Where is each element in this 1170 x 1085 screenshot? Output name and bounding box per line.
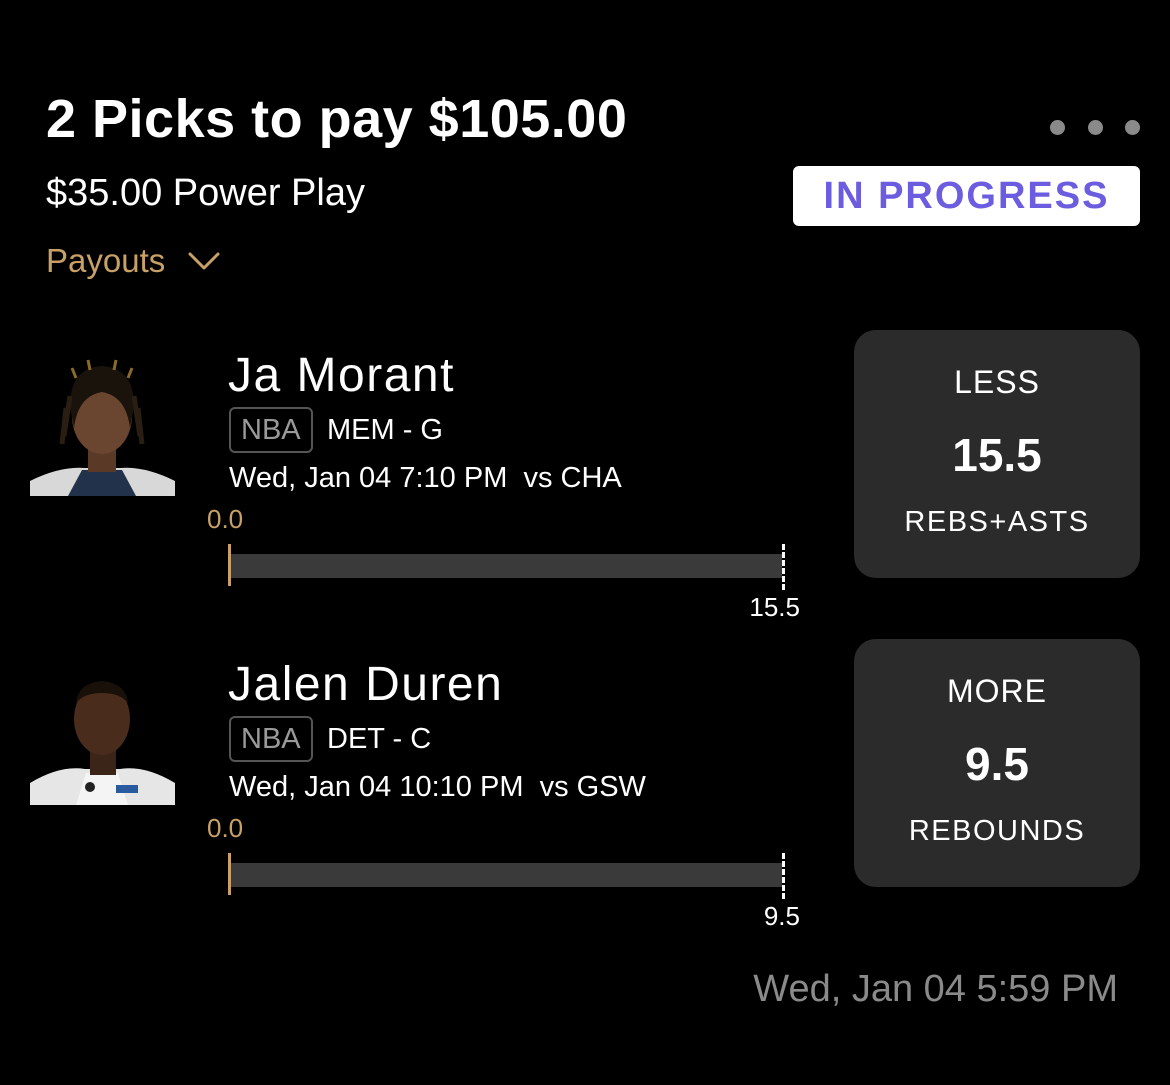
dot xyxy=(1125,119,1140,135)
prop-stat: REBS+ASTS xyxy=(904,506,1090,538)
player-avatar xyxy=(30,665,175,805)
entry-title: 2 Picks to pay $105.00 xyxy=(46,89,628,149)
team-position: DET - C xyxy=(327,723,432,755)
league-badge: NBA xyxy=(229,716,313,762)
player-headshot-image xyxy=(30,665,175,805)
game-time: Wed, Jan 04 7:10 PM vs CHA xyxy=(229,462,622,494)
entry-timestamp: Wed, Jan 04 5:59 PM xyxy=(753,968,1118,1010)
payouts-label: Payouts xyxy=(46,242,166,279)
pick-row: Ja Morant NBA MEM - G Wed, Jan 04 7:10 P… xyxy=(0,330,1170,648)
team-position: MEM - G xyxy=(327,414,443,446)
prop-direction: MORE xyxy=(947,673,1047,709)
line-marker-label: 15.5 xyxy=(749,592,800,622)
dot xyxy=(1087,119,1103,135)
prop-card[interactable]: LESS 15.5 REBS+ASTS xyxy=(854,330,1140,578)
entry-card: 2 Picks to pay $105.00 $35.00 Power Play… xyxy=(0,0,1170,1085)
progress-track xyxy=(230,554,782,578)
prop-line: 15.5 xyxy=(952,429,1042,481)
status-badge: IN PROGRESS xyxy=(793,166,1140,226)
prop-card[interactable]: MORE 9.5 REBOUNDS xyxy=(854,639,1140,887)
line-marker xyxy=(782,853,785,899)
line-marker xyxy=(782,544,785,590)
dot xyxy=(1050,119,1065,135)
progress-start-marker xyxy=(228,853,231,895)
prop-line: 9.5 xyxy=(965,738,1029,790)
player-avatar xyxy=(30,356,175,496)
pick-row: Jalen Duren NBA DET - C Wed, Jan 04 10:1… xyxy=(0,639,1170,957)
more-horizontal-icon[interactable] xyxy=(1050,116,1140,138)
prop-direction: LESS xyxy=(954,364,1040,400)
line-marker-label: 9.5 xyxy=(763,901,800,931)
current-stat-value: 0.0 xyxy=(207,504,244,534)
chevron-down-icon xyxy=(188,252,220,270)
player-name: Ja Morant xyxy=(228,349,455,402)
league-badge: NBA xyxy=(229,407,313,453)
player-headshot-image xyxy=(30,356,175,496)
entry-subtitle: $35.00 Power Play xyxy=(46,172,365,214)
game-time: Wed, Jan 04 10:10 PM vs GSW xyxy=(229,771,646,803)
current-stat-value: 0.0 xyxy=(207,813,244,843)
progress-track xyxy=(230,863,782,887)
player-name: Jalen Duren xyxy=(228,658,504,711)
progress-start-marker xyxy=(228,544,231,586)
payouts-toggle[interactable]: Payouts xyxy=(46,242,221,280)
prop-stat: REBOUNDS xyxy=(908,815,1086,847)
